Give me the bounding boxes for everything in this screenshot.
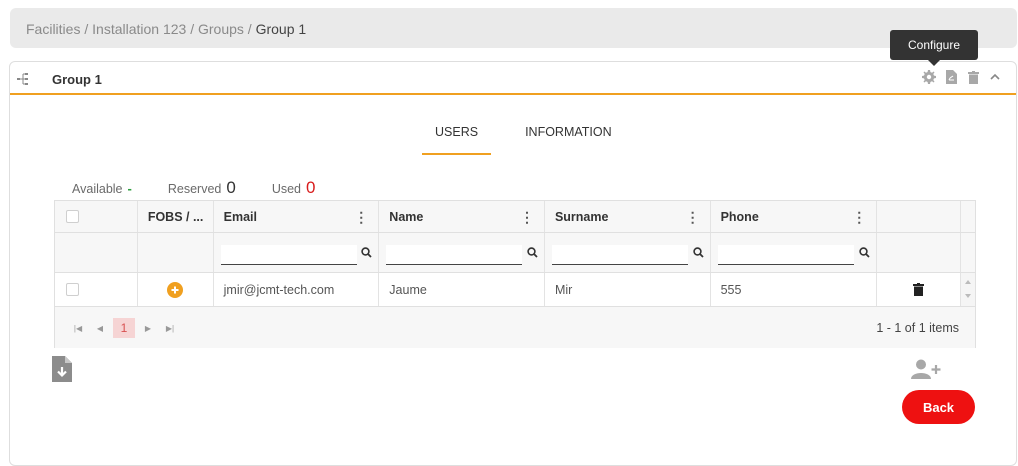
email-cell: jmir@jcmt-tech.com [214,273,380,306]
column-header-fobs[interactable]: FOBS / ... [138,201,214,232]
stat-available: Available - [72,181,132,196]
delete-row-icon[interactable] [913,283,925,296]
table-row: jmir@jcmt-tech.com Jaume Mir 555 [55,273,976,307]
row-checkbox[interactable] [66,283,79,296]
scroll-up-arrow-icon[interactable] [965,280,972,284]
stats-bar: Available - Reserved 0 Used 0 [72,178,351,198]
filter-phone-cell [711,233,878,272]
add-user-button[interactable] [911,359,941,384]
stat-used: Used 0 [272,178,316,198]
stat-reserved-label: Reserved [167,182,222,196]
email-filter-input[interactable] [220,245,357,265]
tab-information[interactable]: INFORMATION [525,125,612,149]
column-header-name-label: Name [389,209,424,224]
prev-page-icon[interactable]: ◀ [89,318,111,338]
back-button[interactable]: Back [902,390,975,424]
column-menu-icon[interactable]: ⋮ [852,210,866,224]
trash-icon[interactable] [966,70,980,84]
surname-filter-input[interactable] [551,245,688,265]
header-actions [922,70,1002,84]
header-action-cell [877,201,962,232]
column-menu-icon[interactable]: ⋮ [686,210,700,224]
stat-reserved-value: 0 [226,178,236,197]
fobs-cell [138,273,214,306]
stat-available-label: Available [72,182,123,196]
stat-used-label: Used [271,182,302,196]
grid-filter-row [55,233,975,273]
search-icon[interactable] [361,247,372,258]
breadcrumb-current: Group 1 [255,21,307,37]
select-all-checkbox[interactable] [66,210,79,223]
scrollbar-track[interactable] [961,273,976,306]
breadcrumb-item-facilities[interactable]: Facilities [26,21,80,37]
pager: |◀ ◀ 1 ▶ ▶| 1 - 1 of 1 items [55,307,975,348]
breadcrumb-separator: / [80,21,93,37]
file-download-icon [52,356,72,382]
scroll-down-arrow-icon[interactable] [965,294,972,298]
pdf-icon[interactable] [944,70,958,84]
column-menu-icon[interactable]: ⋮ [520,210,534,224]
chevron-up-icon[interactable] [988,70,1002,84]
export-button[interactable] [52,356,72,387]
filter-empty-cell [877,233,962,272]
surname-cell: Mir [545,273,711,306]
tab-users[interactable]: USERS [422,125,492,155]
card-header: Group 1 [10,62,1016,95]
grid-header-row: FOBS / ... Email ⋮ Name ⋮ Surname ⋮ Phon… [55,201,975,233]
column-header-phone-label: Phone [720,209,759,224]
filter-email-cell [214,233,380,272]
header-select-cell [55,201,138,232]
column-header-email-label: Email [223,209,258,224]
search-icon[interactable] [859,247,870,258]
filter-empty-cell [138,233,214,272]
users-grid: FOBS / ... Email ⋮ Name ⋮ Surname ⋮ Phon… [54,200,976,348]
breadcrumb-item-installation[interactable]: Installation 123 [92,21,186,37]
next-page-icon[interactable]: ▶ [137,318,159,338]
last-page-icon[interactable]: ▶| [159,318,181,338]
column-header-name[interactable]: Name ⋮ [379,201,545,232]
column-header-surname-label: Surname [554,209,609,224]
filter-empty-cell [961,233,975,272]
search-icon[interactable] [527,247,538,258]
row-scrollbar[interactable] [961,273,976,306]
phone-cell: 555 [711,273,878,306]
breadcrumb: Facilities / Installation 123 / Groups /… [26,21,306,37]
row-action-cell [877,273,962,306]
stat-available-value: - [127,181,132,196]
filter-surname-cell [545,233,711,272]
name-filter-input[interactable] [386,245,523,265]
breadcrumb-separator: / [186,21,198,37]
add-user-icon [911,359,941,379]
card-title: Group 1 [52,72,102,87]
pager-nav: |◀ ◀ 1 ▶ ▶| [67,318,181,338]
filter-empty-cell [55,233,138,272]
configure-tooltip: Configure [890,30,978,66]
gear-icon[interactable] [922,70,936,84]
row-select-cell [55,273,138,306]
first-page-icon[interactable]: |◀ [67,318,89,338]
stat-used-value: 0 [306,178,316,197]
breadcrumb-item-groups[interactable]: Groups [198,21,244,37]
column-header-surname[interactable]: Surname ⋮ [545,201,711,232]
column-header-phone[interactable]: Phone ⋮ [711,201,878,232]
header-scroll-cell [961,201,975,232]
page-number[interactable]: 1 [113,318,135,338]
column-header-email[interactable]: Email ⋮ [214,201,380,232]
tabs: USERS INFORMATION [422,125,612,155]
add-fob-icon[interactable] [166,281,183,298]
breadcrumb-separator: / [243,21,256,37]
name-cell: Jaume [379,273,545,306]
filter-name-cell [379,233,545,272]
column-menu-icon[interactable]: ⋮ [354,210,368,224]
stat-reserved: Reserved 0 [168,178,236,198]
phone-filter-input[interactable] [717,245,854,265]
tree-icon [17,73,28,85]
pager-info: 1 - 1 of 1 items [876,321,959,335]
search-icon[interactable] [692,247,704,258]
